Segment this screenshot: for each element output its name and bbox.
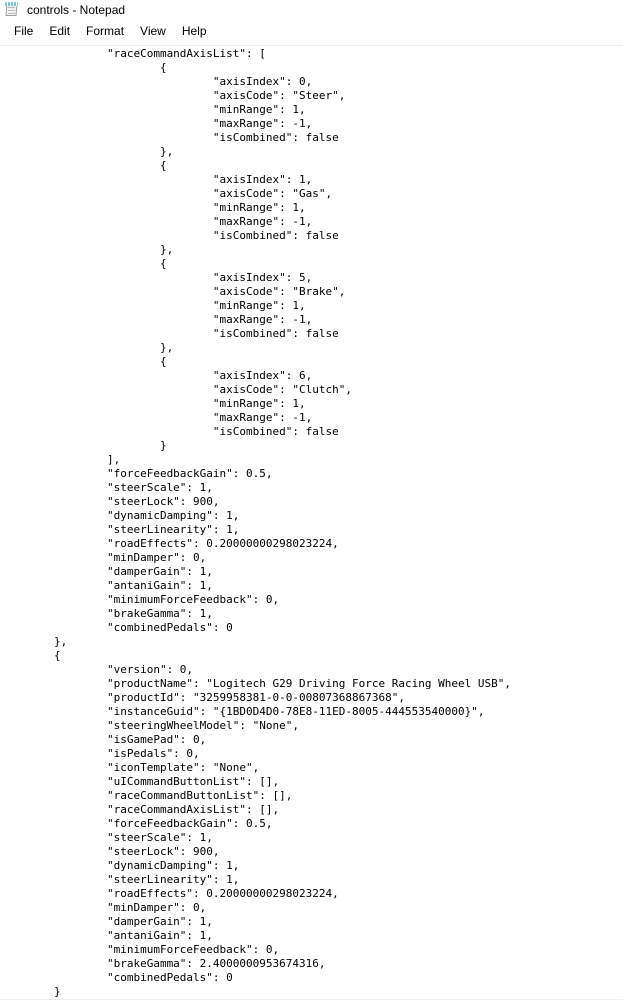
menu-bar: File Edit Format View Help bbox=[0, 20, 623, 42]
window-title: controls - Notepad bbox=[27, 3, 126, 17]
menu-item-view[interactable]: View bbox=[132, 20, 174, 42]
document-text[interactable]: "raceCommandAxisList": [ { "axisIndex": … bbox=[0, 47, 623, 1002]
menu-item-format[interactable]: Format bbox=[78, 20, 132, 42]
text-editor-area[interactable]: "raceCommandAxisList": [ { "axisIndex": … bbox=[0, 46, 623, 1002]
notepad-window: controls - Notepad File Edit Format View… bbox=[0, 0, 623, 1002]
menu-item-file[interactable]: File bbox=[6, 20, 41, 42]
menu-item-edit[interactable]: Edit bbox=[41, 20, 78, 42]
title-bar: controls - Notepad bbox=[0, 0, 623, 20]
menu-item-help[interactable]: Help bbox=[174, 20, 215, 42]
notepad-icon bbox=[4, 2, 20, 18]
